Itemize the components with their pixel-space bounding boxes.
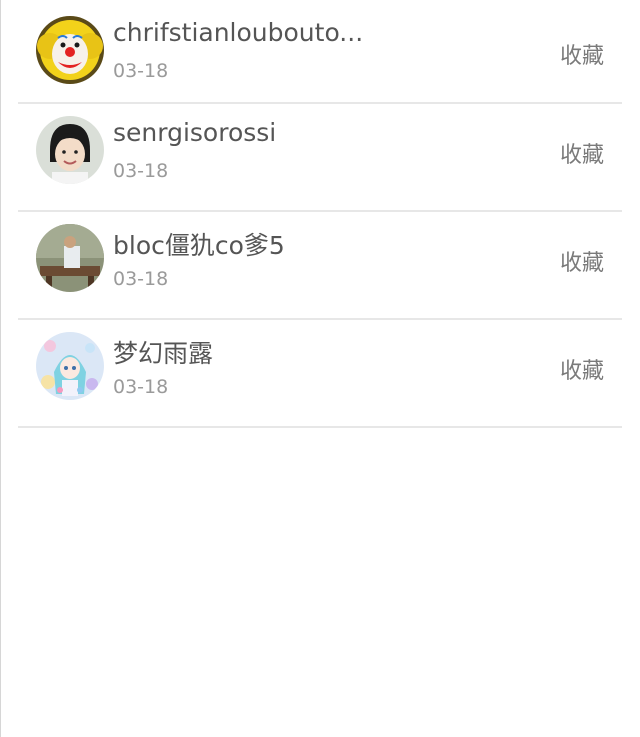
girl-avatar-image xyxy=(36,116,104,184)
item-date: 03-18 xyxy=(113,160,169,182)
user-name: chrifstianloubouto... xyxy=(113,18,364,47)
clown-avatar-image xyxy=(36,16,104,84)
user-name: senrgisorossi xyxy=(113,118,277,147)
favorites-list: chrifstianloubouto... 03-18 收藏 senrgisor… xyxy=(18,0,622,428)
user-name: bloc僵犰co爹5 xyxy=(113,231,285,260)
anime-avatar-image xyxy=(36,332,104,400)
list-item[interactable]: bloc僵犰co爹5 03-18 收藏 xyxy=(18,212,622,320)
favorite-button[interactable]: 收藏 xyxy=(560,38,604,70)
avatar[interactable] xyxy=(36,16,104,84)
favorite-button[interactable]: 收藏 xyxy=(560,353,604,385)
item-date: 03-18 xyxy=(113,376,169,398)
list-item[interactable]: 梦幻雨露 03-18 收藏 xyxy=(18,320,622,428)
user-name: 梦幻雨露 xyxy=(113,339,214,368)
list-item[interactable]: senrgisorossi 03-18 收藏 xyxy=(18,104,622,212)
avatar[interactable] xyxy=(36,116,104,184)
favorite-button[interactable]: 收藏 xyxy=(560,245,604,277)
left-edge-border xyxy=(0,0,1,737)
favorite-button[interactable]: 收藏 xyxy=(560,137,604,169)
item-date: 03-18 xyxy=(113,268,169,290)
list-item[interactable]: chrifstianloubouto... 03-18 收藏 xyxy=(18,0,622,104)
item-date: 03-18 xyxy=(113,60,169,82)
avatar[interactable] xyxy=(36,332,104,400)
avatar[interactable] xyxy=(36,224,104,292)
scene-avatar-image xyxy=(36,224,104,292)
